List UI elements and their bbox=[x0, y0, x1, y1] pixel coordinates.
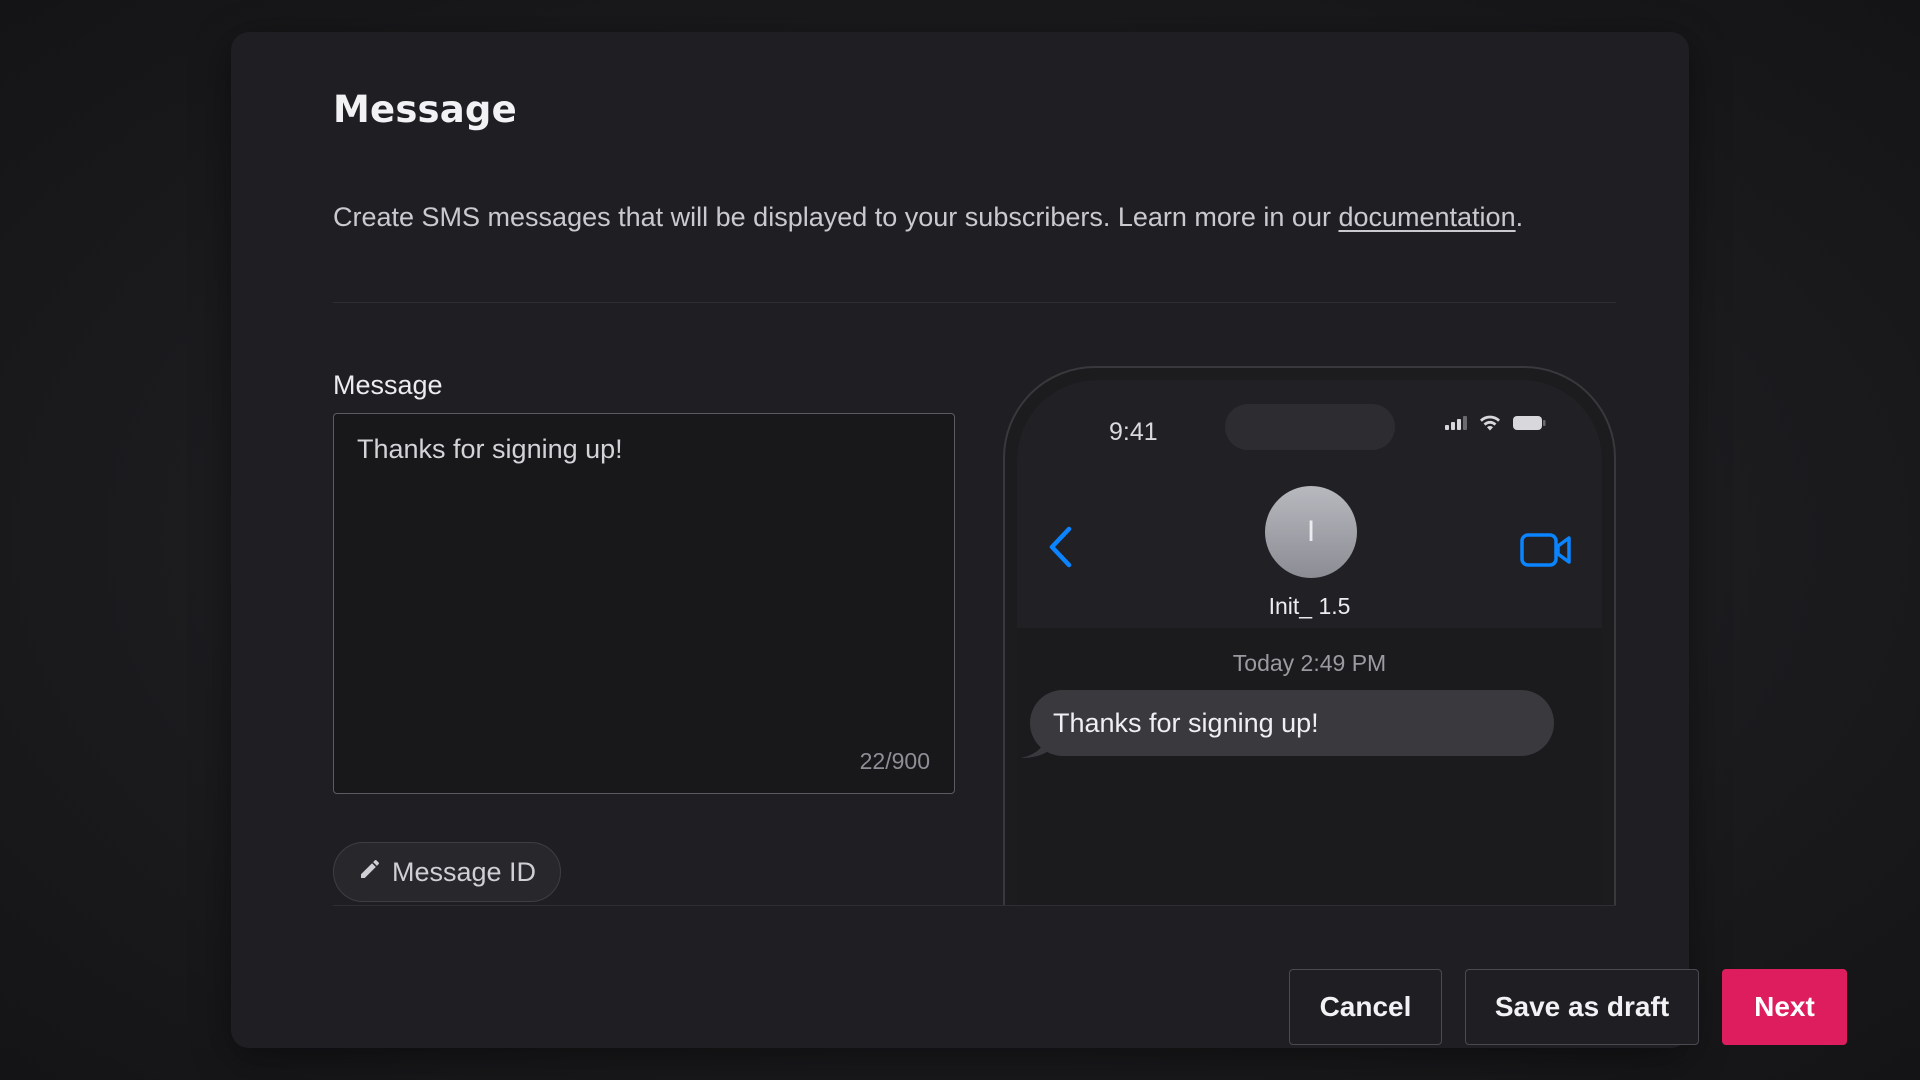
video-call-icon[interactable] bbox=[1520, 532, 1572, 573]
contact-name: Init_ 1.5 bbox=[1268, 593, 1351, 619]
message-id-label: Message ID bbox=[392, 856, 537, 887]
avatar-initial: I bbox=[1306, 515, 1316, 548]
pencil-icon bbox=[358, 857, 382, 888]
dynamic-island bbox=[1225, 404, 1395, 450]
phone-preview: 9:41 I Init_ 1.5 Today 2:49 PM Thanks fo… bbox=[1003, 366, 1616, 906]
battery-icon bbox=[1512, 415, 1546, 436]
section-divider bbox=[333, 302, 1616, 303]
modal-title: Message bbox=[333, 88, 517, 131]
documentation-link[interactable]: documentation bbox=[1338, 202, 1515, 232]
status-bar-icons bbox=[1444, 414, 1546, 437]
next-button[interactable]: Next bbox=[1722, 969, 1847, 1045]
phone-screen: 9:41 I Init_ 1.5 Today 2:49 PM Thanks fo… bbox=[1017, 380, 1602, 906]
description-text: Create SMS messages that will be display… bbox=[333, 202, 1339, 232]
character-counter: 22/900 bbox=[859, 748, 930, 774]
message-textarea[interactable]: Thanks for signing up! 22/900 bbox=[333, 413, 955, 794]
message-textarea-value: Thanks for signing up! bbox=[357, 434, 623, 464]
message-bubble: Thanks for signing up! bbox=[1030, 690, 1554, 756]
contact-avatar: I bbox=[1265, 486, 1357, 578]
description-end: . bbox=[1515, 202, 1524, 232]
signal-icon bbox=[1444, 415, 1468, 436]
cancel-button[interactable]: Cancel bbox=[1289, 969, 1442, 1045]
back-chevron-icon[interactable] bbox=[1047, 526, 1073, 573]
message-id-button[interactable]: Message ID bbox=[333, 842, 562, 902]
footer-divider bbox=[333, 905, 1616, 906]
message-field-label: Message bbox=[333, 370, 443, 400]
message-modal: Message Create SMS messages that will be… bbox=[231, 32, 1847, 1048]
status-bar-time: 9:41 bbox=[1109, 418, 1158, 446]
modal-description: Create SMS messages that will be display… bbox=[333, 202, 1523, 233]
wifi-icon bbox=[1478, 414, 1502, 437]
save-as-draft-button[interactable]: Save as draft bbox=[1465, 969, 1699, 1045]
message-timestamp: Today 2:49 PM bbox=[1232, 650, 1387, 676]
